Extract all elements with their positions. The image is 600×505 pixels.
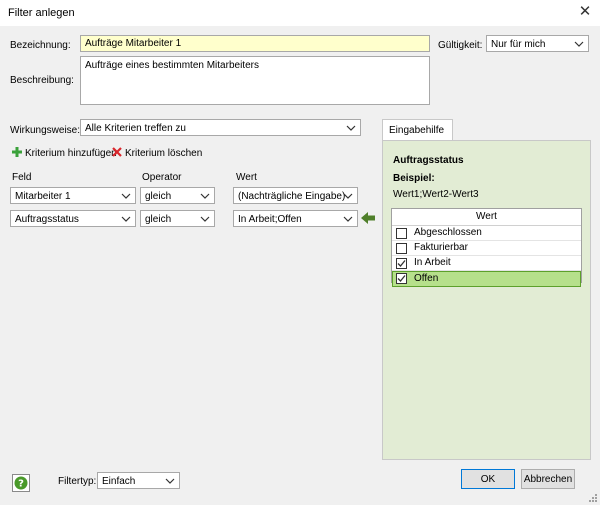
criterion-2-field-select[interactable]: Auftragsstatus [10,210,136,227]
chevron-down-icon [343,216,353,222]
filtertyp-select[interactable]: Einfach [97,472,180,489]
beschreibung-label: Beschreibung: [10,75,74,86]
add-criterion-label: Kriterium hinzufügen [25,148,117,159]
checkmark-icon [397,260,406,267]
gueltigkeit-label: Gültigkeit: [438,40,483,51]
list-item[interactable]: In Arbeit [392,256,581,271]
plus-icon [12,147,22,157]
criterion-1-operator-value: gleich [145,191,172,202]
criterion-1-field-select[interactable]: Mitarbeiter 1 [10,187,136,204]
resize-grip-icon[interactable] [586,491,598,503]
chevron-down-icon [121,216,131,222]
chevron-down-icon [121,193,131,199]
grid-header-wert: Wert [392,209,581,226]
list-item-label: Abgeschlossen [414,227,482,238]
chevron-down-icon [574,41,584,47]
gueltigkeit-value: Nur für mich [491,39,546,50]
cancel-button[interactable]: Abbrechen [521,469,575,489]
chevron-down-icon [346,125,356,131]
eingabehilfe-title: Auftragsstatus [393,155,464,166]
beispiel-value: Wert1;Wert2-Wert3 [393,189,479,200]
checkbox[interactable] [396,258,407,269]
ok-button[interactable]: OK [461,469,515,489]
list-item[interactable]: Abgeschlossen [392,226,581,241]
wirkungsweise-label: Wirkungsweise: [10,125,81,136]
gueltigkeit-select[interactable]: Nur für mich [486,35,589,52]
criterion-1-operator-select[interactable]: gleich [140,187,215,204]
svg-text:?: ? [18,479,24,490]
checkmark-icon [397,275,406,282]
criterion-1-value-value: (Nachträgliche Eingabe) [238,191,346,202]
bezeichnung-label: Bezeichnung: [10,40,71,51]
criterion-2-operator-value: gleich [145,214,172,225]
delete-criterion-label: Kriterium löschen [125,148,203,159]
chevron-down-icon [200,216,210,222]
eingabehilfe-panel: Auftragsstatus Beispiel: Wert1;Wert2-Wer… [382,140,591,460]
criterion-2-operator-select[interactable]: gleich [140,210,215,227]
column-header-operator: Operator [142,172,182,183]
checkbox[interactable] [396,228,407,239]
title-bar [0,0,600,26]
values-grid: Wert Abgeschlossen Fakturierbar In Arbei… [391,208,582,287]
checkbox[interactable] [396,273,407,284]
beispiel-label: Beispiel: [393,173,435,184]
wirkungsweise-select[interactable]: Alle Kriterien treffen zu [80,119,361,136]
chevron-down-icon [200,193,210,199]
list-item-label: Offen [414,273,439,284]
arrow-left-icon [361,212,375,224]
column-header-feld: Feld [12,172,32,183]
tab-eingabehilfe[interactable]: Eingabehilfe [382,119,453,141]
list-item[interactable]: Fakturierbar [392,241,581,256]
criterion-2-field-value: Auftragsstatus [15,214,79,225]
chevron-down-icon [343,193,353,199]
list-item-label: In Arbeit [414,257,451,268]
list-item-label: Fakturierbar [414,242,468,253]
criterion-2-value-value: In Arbeit;Offen [238,214,302,225]
filtertyp-value: Einfach [102,476,136,487]
filtertyp-label: Filtertyp: [58,476,97,487]
window-title: Filter anlegen [8,7,75,19]
checkbox[interactable] [396,243,407,254]
help-button[interactable]: ? [12,474,30,492]
criterion-2-value-select[interactable]: In Arbeit;Offen [233,210,358,227]
chevron-down-icon [165,478,175,484]
delete-x-icon [112,147,122,157]
wirkungsweise-value: Alle Kriterien treffen zu [85,123,186,134]
list-item-selected[interactable]: Offen [392,271,581,287]
close-icon[interactable]: ✕ [576,3,594,21]
criterion-1-field-value: Mitarbeiter 1 [15,191,71,202]
criterion-1-value-select[interactable]: (Nachträgliche Eingabe) [233,187,358,204]
beschreibung-textarea[interactable]: Aufträge eines bestimmten Mitarbeiters [80,56,430,105]
help-icon: ? [14,476,28,490]
bezeichnung-input[interactable]: Aufträge Mitarbeiter 1 [80,35,430,52]
column-header-wert: Wert [236,172,257,183]
